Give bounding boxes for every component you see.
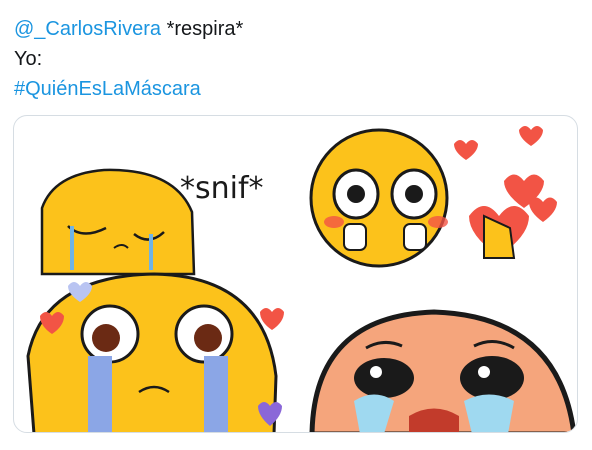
sobbing-emoji-with-hearts	[26, 272, 284, 432]
tweet-line-1-text: *respira*	[161, 18, 244, 40]
user-mention-link[interactable]: @_CarlosRivera	[14, 18, 161, 40]
tweet: @_CarlosRivera *respira* Yo: #QuiénEsLaM…	[0, 0, 592, 450]
sobbing-emoji-closeup	[309, 309, 577, 432]
tweet-line-3: #QuiénEsLaMáscara	[14, 74, 243, 104]
hashtag-link[interactable]: #QuiénEsLaMáscara	[14, 78, 201, 100]
snif-caption: *snif*	[180, 171, 264, 206]
meme-collage: *snif*	[26, 126, 577, 432]
tweet-line-2: Yo:	[14, 48, 43, 70]
tweet-line-1: @_CarlosRivera *respira*	[14, 14, 243, 44]
crying-emoji-closed-eyes	[40, 168, 196, 276]
tweet-text: @_CarlosRivera *respira* Yo: #QuiénEsLaM…	[14, 14, 243, 104]
pleading-emoji-with-hearts	[309, 126, 557, 268]
tweet-media-image[interactable]: *snif*	[13, 115, 578, 433]
